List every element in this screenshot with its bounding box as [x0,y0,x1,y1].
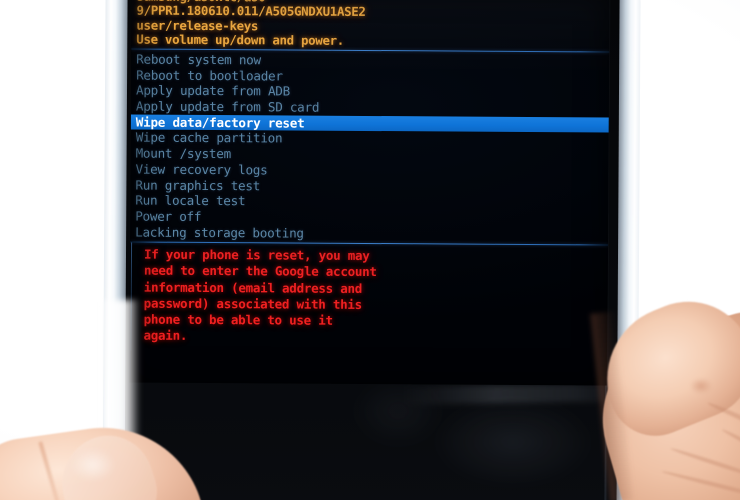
warning-line-6: again. [143,327,188,344]
recovery-ui: Android Recovery samsung/a50xtc/a50 9/PP… [129,0,610,385]
glass-reflection-faint [352,375,444,447]
warning-left-rail [130,242,133,351]
recovery-warning: If your phone is reset, you may need to … [129,242,608,351]
menu-item-label: Wipe data/factory reset [135,114,305,131]
phone-device: Android Recovery samsung/a50xtc/a50 9/PP… [102,0,641,500]
screenshot-scene: Android Recovery samsung/a50xtc/a50 9/PP… [0,0,740,500]
header-line-hint: Use volume up/down and power. [136,31,345,48]
recovery-menu: Reboot system now Reboot to bootloader A… [130,52,609,243]
menu-item-lacking-storage-booting[interactable]: Lacking storage booting [135,224,608,243]
glass-reflection-soft [432,396,594,488]
menu-item-wipe-data-factory-reset[interactable]: Wipe data/factory reset [130,114,609,133]
recovery-header: Android Recovery samsung/a50xtc/a50 9/PP… [131,0,609,49]
warning-line-5: phone to be able to use it [143,311,333,328]
recovery-screen: Android Recovery samsung/a50xtc/a50 9/PP… [129,0,610,386]
